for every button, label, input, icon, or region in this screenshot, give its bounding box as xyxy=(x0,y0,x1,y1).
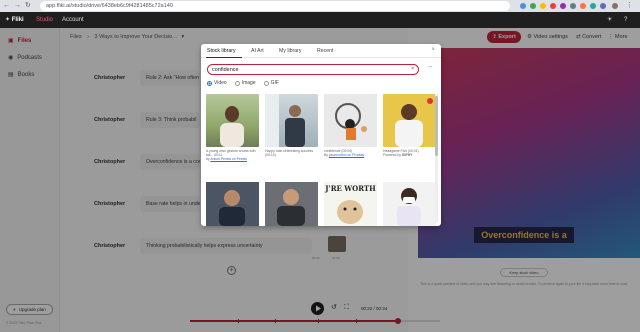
media-thumbnail xyxy=(335,103,367,140)
media-result-tile[interactable] xyxy=(383,182,436,226)
help-icon[interactable]: ? xyxy=(624,16,627,24)
app-topbar: ✦ Fliki Studio Account ☀ ? xyxy=(0,12,640,28)
extension-icon[interactable] xyxy=(530,3,536,9)
media-result-caption: A young man gesture shows with tall... 0… xyxy=(206,149,261,161)
giphy-logo: GIPHY xyxy=(401,153,413,157)
extension-icon[interactable] xyxy=(600,3,606,9)
extension-icon[interactable] xyxy=(580,3,586,9)
media-thumbnail xyxy=(397,188,421,226)
back-icon[interactable]: ← xyxy=(3,2,10,10)
tab-studio[interactable]: Studio xyxy=(36,16,53,24)
profile-avatar[interactable] xyxy=(612,3,618,9)
media-result-tile[interactable] xyxy=(324,94,377,147)
radio-label: Video xyxy=(214,80,227,86)
radio-video[interactable]: Video xyxy=(207,80,227,86)
result-credit-link[interactable]: Antoni Pexels on Pexels xyxy=(210,157,247,161)
tab-recent[interactable]: Recent xyxy=(317,48,333,54)
search-submit-icon[interactable]: → xyxy=(426,63,433,70)
media-result-tile[interactable] xyxy=(265,182,318,226)
radio-label: Image xyxy=(241,80,256,86)
app-logo[interactable]: ✦ Fliki xyxy=(5,16,24,24)
extension-icon[interactable] xyxy=(540,3,546,9)
active-tab-indicator xyxy=(206,57,242,58)
radio-unselected-icon xyxy=(234,80,240,86)
tab-account[interactable]: Account xyxy=(62,16,84,24)
address-bar[interactable]: app.fliki.ai/studio/drive/6438eb6c9f4281… xyxy=(40,1,510,11)
media-result-tile[interactable] xyxy=(383,94,436,147)
radio-unselected-icon xyxy=(263,80,269,86)
extension-icon[interactable] xyxy=(520,3,526,9)
media-result-caption: Headgame Fish (00:01) Powered by GIPHY xyxy=(383,149,438,157)
media-library-modal: Stock library AI Art My library Recent ×… xyxy=(201,44,441,226)
media-result-caption: confidence (00:04) By jotunmotion on Pix… xyxy=(324,149,379,157)
browser-chrome: ← → ↻ app.fliki.ai/studio/drive/6438eb6c… xyxy=(0,0,640,12)
media-thumbnail xyxy=(220,106,244,147)
media-search-input[interactable]: confidence xyxy=(207,64,419,75)
media-result-tile[interactable] xyxy=(206,94,259,147)
extension-icon[interactable] xyxy=(560,3,566,9)
media-thumbnail xyxy=(337,200,363,224)
app-logo-text: Fliki xyxy=(11,17,24,23)
forward-icon[interactable]: → xyxy=(14,2,21,10)
media-type-selector: Video Image GIF xyxy=(207,80,279,86)
modal-tabs: Stock library AI Art My library Recent × xyxy=(201,44,441,58)
result-credit-prefix: By xyxy=(324,153,328,157)
media-result-tile[interactable]: J'RE WORTH xyxy=(324,182,377,226)
media-result-caption: Happy man celebrating success (00:14) xyxy=(265,149,320,157)
media-thumbnail xyxy=(395,98,433,147)
result-credit-prefix: Powered by xyxy=(383,153,401,157)
result-credit-link[interactable]: jotunmotion on Pixabay xyxy=(329,153,364,157)
media-thumbnail xyxy=(265,94,305,147)
tab-ai-art[interactable]: AI Art xyxy=(251,48,264,54)
radio-gif[interactable]: GIF xyxy=(263,80,279,86)
tab-stock-library[interactable]: Stock library xyxy=(207,48,236,54)
media-result-tile[interactable] xyxy=(265,94,318,147)
reload-icon[interactable]: ↻ xyxy=(25,2,31,10)
browser-menu-icon[interactable]: ⋮ xyxy=(626,2,633,10)
media-thumbnail xyxy=(277,189,305,226)
extension-icon[interactable] xyxy=(570,3,576,9)
radio-label: GIF xyxy=(270,80,279,86)
logo-icon: ✦ xyxy=(5,17,11,23)
tab-my-library[interactable]: My library xyxy=(279,48,301,54)
theme-toggle-icon[interactable]: ☀ xyxy=(607,16,612,24)
results-scrollbar-thumb[interactable] xyxy=(435,96,438,156)
media-result-tile[interactable] xyxy=(206,182,259,226)
result-title: Happy man celebrating success (00:14) xyxy=(265,149,314,157)
extension-icon[interactable] xyxy=(550,3,556,9)
extension-icon[interactable] xyxy=(590,3,596,9)
radio-image[interactable]: Image xyxy=(234,80,256,86)
clear-search-icon[interactable]: × xyxy=(411,64,414,75)
close-icon[interactable]: × xyxy=(431,47,435,53)
media-thumbnail xyxy=(219,190,245,226)
radio-selected-icon xyxy=(207,80,212,86)
